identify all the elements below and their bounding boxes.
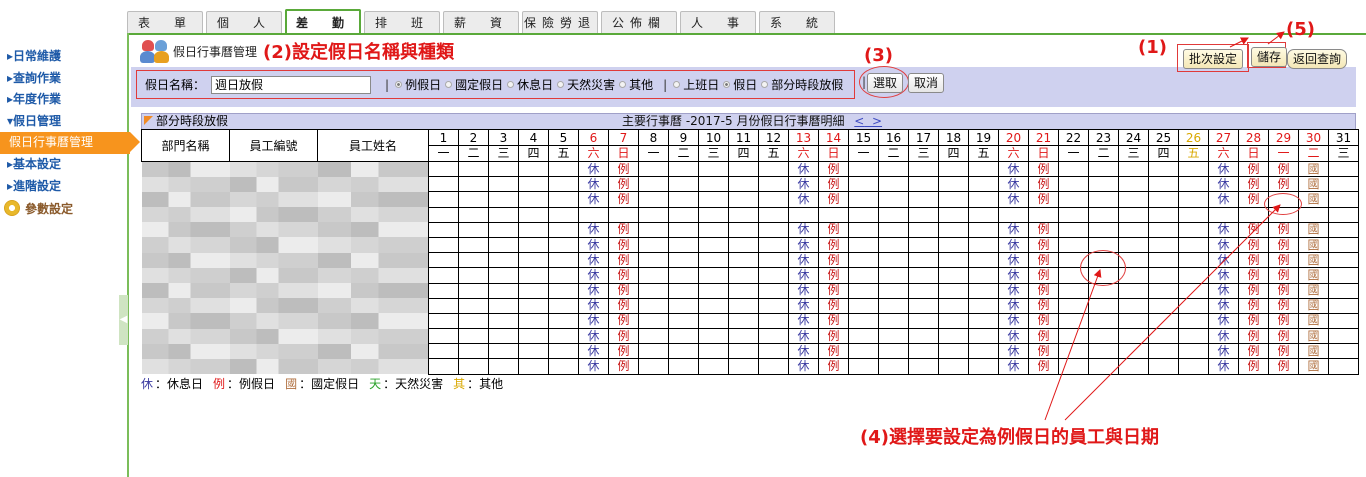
annotation-arrows [1044,31,1285,421]
annotation-step-4: (4)選擇要設定為例假日的員工與日期 [860,427,1159,448]
